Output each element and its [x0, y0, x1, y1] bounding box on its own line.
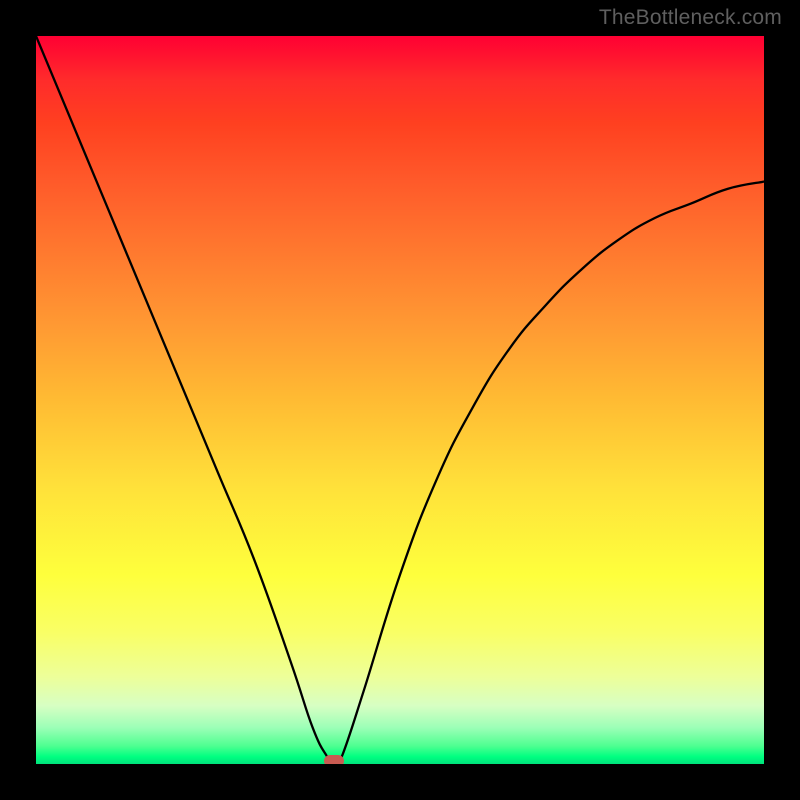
chart-frame: TheBottleneck.com [0, 0, 800, 800]
plot-area [36, 36, 764, 764]
curve-svg [36, 36, 764, 764]
watermark-text: TheBottleneck.com [599, 6, 782, 30]
bottleneck-curve [36, 36, 764, 764]
optimal-point-marker [324, 755, 344, 764]
